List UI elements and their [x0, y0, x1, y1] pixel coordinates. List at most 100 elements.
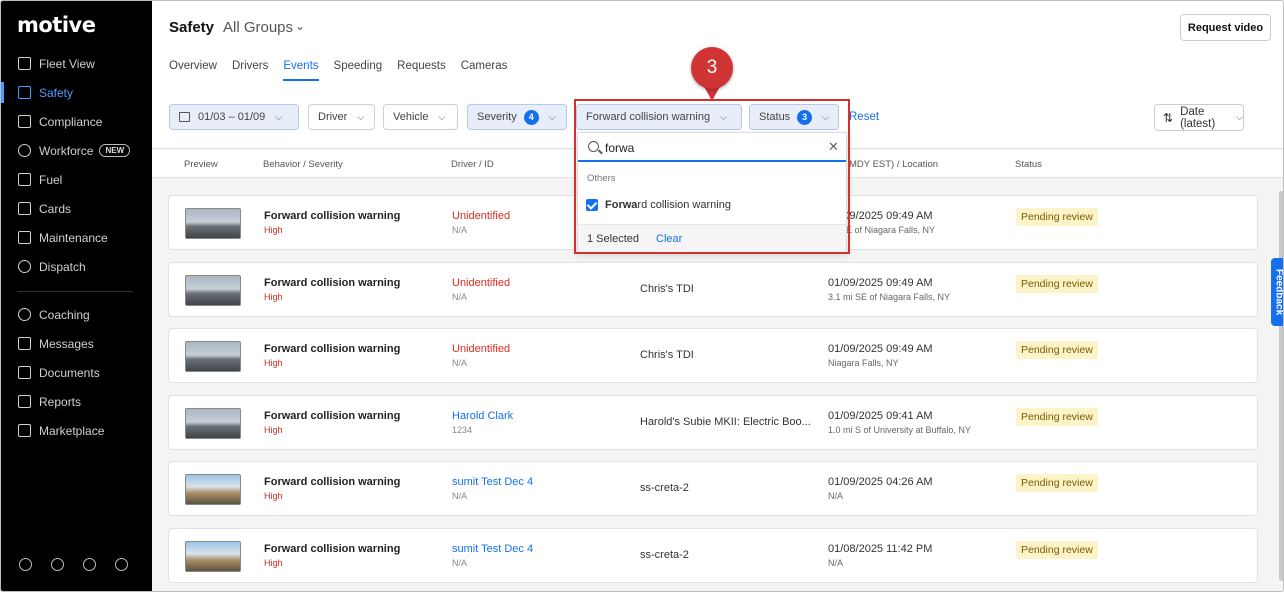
tab-cameras[interactable]: Cameras [461, 60, 508, 81]
marketplace-icon [18, 424, 31, 437]
user-settings-icon[interactable] [19, 558, 32, 571]
wrench-icon [18, 231, 31, 244]
tab-overview[interactable]: Overview [169, 60, 217, 81]
vehicle-filter[interactable]: Vehicle ⌵ [383, 104, 458, 130]
sidebar-item-fleet-view[interactable]: Fleet View [1, 49, 152, 78]
video-thumbnail[interactable] [185, 208, 241, 239]
video-thumbnail[interactable] [185, 474, 241, 505]
driver-id: N/A [452, 491, 468, 501]
sidebar-item-label: Maintenance [39, 230, 108, 245]
document-icon [18, 366, 31, 379]
sidebar-item-reports[interactable]: Reports [1, 387, 152, 416]
sort-value: Date (latest) [1180, 105, 1216, 130]
behavior-text: Forward collision warning [264, 543, 401, 555]
sidebar-item-messages[interactable]: Messages [1, 329, 152, 358]
table-row[interactable]: Forward collision warning High sumit Tes… [168, 528, 1258, 583]
motive-logo[interactable]: motive [17, 13, 96, 37]
sidebar-item-maintenance[interactable]: Maintenance [1, 223, 152, 252]
event-location: Niagara Falls, NY [828, 358, 899, 368]
tab-drivers[interactable]: Drivers [232, 60, 268, 81]
nav-primary: Fleet View Safety Compliance Workforce NE… [1, 49, 152, 281]
messages-icon [18, 337, 31, 350]
table-row[interactable]: Forward collision warning High sumit Tes… [168, 461, 1258, 516]
vehicle-name: ss-creta-2 [640, 482, 689, 494]
vehicle-name: Chris's TDI [640, 283, 694, 295]
highlight-box [574, 99, 850, 254]
vertical-scrollbar[interactable] [1279, 191, 1283, 581]
driver-id: N/A [452, 558, 468, 568]
calendar-icon [179, 112, 190, 122]
step-marker: 3 [691, 47, 733, 89]
tab-bar: Overview Drivers Events Speeding Request… [169, 60, 522, 81]
sort-dropdown[interactable]: ⇅ Date (latest) ⌵ [1154, 104, 1244, 131]
driver-name[interactable]: sumit Test Dec 4 [452, 543, 533, 555]
table-row[interactable]: Forward collision warning High Harold Cl… [168, 395, 1258, 450]
driver-filter-label: Driver [318, 111, 348, 123]
sidebar-item-coaching[interactable]: Coaching [1, 300, 152, 329]
event-datetime: 01/09/2025 09:49 AM [828, 343, 933, 355]
driver-name: Unidentified [452, 343, 511, 355]
chevron-down-icon[interactable]: ⌄ [295, 19, 305, 33]
account-icon[interactable] [115, 558, 128, 571]
driver-id: 1234 [452, 425, 473, 435]
reports-icon [18, 395, 31, 408]
behavior-text: Forward collision warning [264, 410, 401, 422]
video-thumbnail[interactable] [185, 408, 241, 439]
sort-icon: ⇅ [1163, 110, 1174, 125]
severity-filter[interactable]: Severity 4 ⌵ [467, 104, 567, 130]
driver-name: Unidentified [452, 277, 511, 289]
sidebar-item-workforce[interactable]: Workforce NEW [1, 136, 152, 165]
sidebar-item-cards[interactable]: Cards [1, 194, 152, 223]
driver-filter[interactable]: Driver ⌵ [308, 104, 375, 130]
sidebar-item-label: Messages [39, 336, 94, 351]
feedback-tab[interactable]: Feedback [1271, 258, 1283, 326]
tab-requests[interactable]: Requests [397, 60, 446, 81]
location-pin-icon [18, 260, 31, 273]
event-location: 3.1 mi SE of Niagara Falls, NY [828, 292, 951, 302]
shield-icon [18, 86, 31, 99]
behavior-text: Forward collision warning [264, 277, 401, 289]
video-thumbnail[interactable] [185, 541, 241, 572]
chevron-down-icon: ⌵ [438, 111, 446, 122]
column-datetime[interactable]: MDY EST) / Location [849, 159, 938, 170]
card-icon [18, 202, 31, 215]
sidebar-item-label: Safety [39, 85, 74, 100]
tab-speeding[interactable]: Speeding [334, 60, 383, 81]
behavior-text: Forward collision warning [264, 210, 401, 222]
video-thumbnail[interactable] [185, 341, 241, 372]
table-row[interactable]: Forward collision warning High Unidentif… [168, 262, 1258, 317]
sidebar-item-documents[interactable]: Documents [1, 358, 152, 387]
bell-icon[interactable] [83, 558, 96, 571]
driver-id: N/A [452, 292, 468, 302]
request-video-button[interactable]: Request video [1180, 14, 1271, 41]
video-thumbnail[interactable] [185, 275, 241, 306]
column-behavior[interactable]: Behavior / Severity [263, 159, 343, 170]
sidebar-item-label: Fuel [39, 172, 63, 187]
sidebar-divider [17, 291, 133, 292]
sidebar-item-safety[interactable]: Safety [1, 78, 152, 107]
severity-filter-label: Severity [477, 111, 517, 123]
map-icon [18, 57, 31, 70]
column-driver[interactable]: Driver / ID [451, 159, 494, 170]
help-icon[interactable] [51, 558, 64, 571]
compliance-icon [18, 115, 31, 128]
sidebar-item-label: Documents [39, 365, 100, 380]
event-datetime: 01/09/2025 04:26 AM [828, 476, 933, 488]
sidebar-item-label: Compliance [39, 114, 103, 129]
date-range-filter[interactable]: 01/03 – 01/09 ⌵ [169, 104, 299, 130]
driver-name[interactable]: Harold Clark [452, 410, 513, 422]
chevron-down-icon: ⌵ [548, 111, 556, 122]
status-badge: Pending review [1016, 474, 1098, 492]
driver-name[interactable]: sumit Test Dec 4 [452, 476, 533, 488]
severity-text: High [264, 225, 283, 235]
group-selector[interactable]: All Groups [223, 19, 293, 36]
tab-events[interactable]: Events [283, 60, 319, 81]
table-row[interactable]: Forward collision warning High Unidentif… [168, 328, 1258, 383]
chevron-down-icon: ⌵ [357, 111, 365, 122]
column-status[interactable]: Status [1015, 159, 1042, 170]
sidebar-item-compliance[interactable]: Compliance [1, 107, 152, 136]
sidebar-item-marketplace[interactable]: Marketplace [1, 416, 152, 445]
reset-filters-link[interactable]: Reset [849, 111, 879, 123]
sidebar-item-dispatch[interactable]: Dispatch [1, 252, 152, 281]
sidebar-item-fuel[interactable]: Fuel [1, 165, 152, 194]
